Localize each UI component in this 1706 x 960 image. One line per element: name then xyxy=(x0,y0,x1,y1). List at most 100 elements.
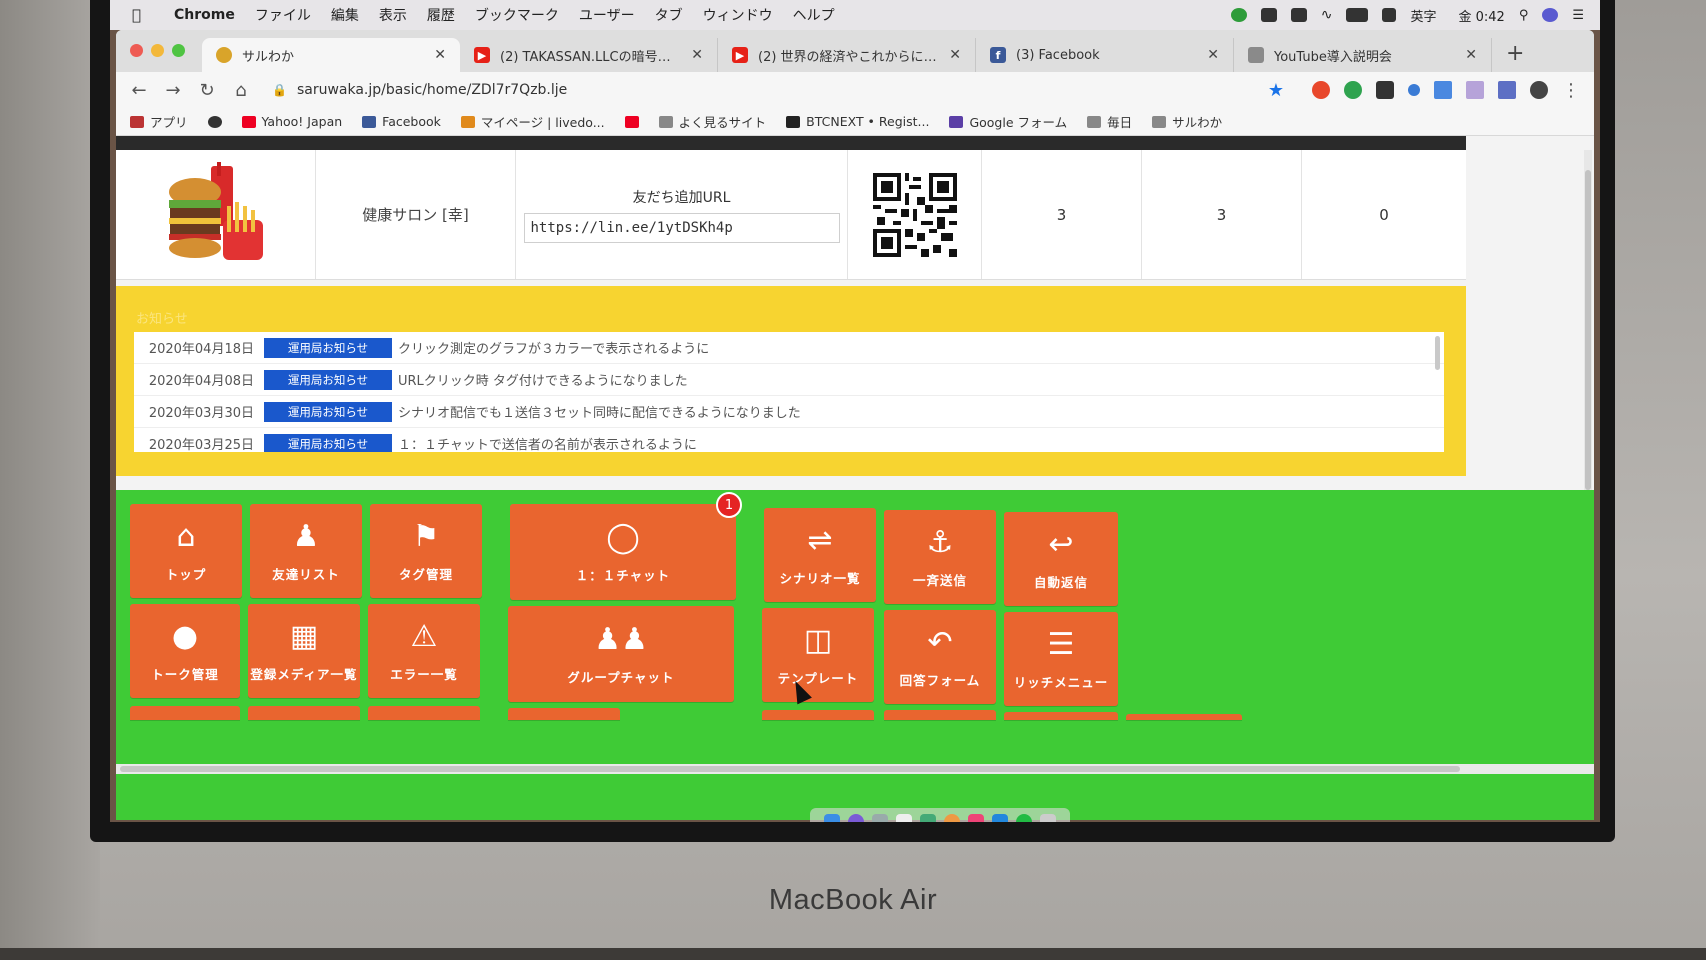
friend-url-field[interactable] xyxy=(523,212,840,243)
extension-icon[interactable] xyxy=(1498,81,1516,99)
menu-tile-rich-menu[interactable]: ☰ リッチメニュー xyxy=(1004,612,1118,706)
close-tab-icon[interactable]: ✕ xyxy=(691,47,703,63)
close-tab-icon[interactable]: ✕ xyxy=(434,47,446,63)
more-menu-icon[interactable]: ⋮ xyxy=(1562,80,1580,101)
notice-item[interactable]: 2020年03月30日 運用局お知らせ シナリオ配信でも１送信３セット同時に配信… xyxy=(134,396,1444,428)
menu-view[interactable]: 表示 xyxy=(379,5,407,25)
menu-tile-top[interactable]: ⌂ トップ xyxy=(130,504,242,598)
bookmark-yahoo-2[interactable] xyxy=(624,115,639,128)
menu-history[interactable]: 履歴 xyxy=(427,5,455,25)
battery-icon[interactable] xyxy=(1346,8,1369,22)
close-tab-icon[interactable]: ✕ xyxy=(949,47,961,63)
menu-tile-tags[interactable]: ⚑ タグ管理 xyxy=(370,504,482,598)
menu-file[interactable]: ファイル xyxy=(255,5,311,25)
preview-icon[interactable] xyxy=(920,814,936,822)
qr-code-image[interactable] xyxy=(872,172,957,257)
reload-icon[interactable]: ↻ xyxy=(198,80,216,101)
notice-scrollbar[interactable] xyxy=(1435,336,1440,370)
menu-tile-broadcast[interactable]: ⚓ 一斉送信 xyxy=(884,510,996,604)
menu-window[interactable]: ウィンドウ xyxy=(703,5,773,25)
close-tab-icon[interactable]: ✕ xyxy=(1465,47,1477,63)
page-horizontal-scrollbar[interactable] xyxy=(116,764,1594,774)
wifi-icon[interactable]: ∿ xyxy=(1321,7,1333,23)
menu-tile-partial[interactable] xyxy=(248,706,360,720)
zoom-icon[interactable] xyxy=(992,814,1008,822)
extension-icon[interactable] xyxy=(1408,84,1420,96)
line-status-icon[interactable] xyxy=(1230,8,1247,22)
new-tab-button[interactable]: + xyxy=(1506,41,1524,66)
spotlight-search-icon[interactable]: ⚲ xyxy=(1519,8,1529,23)
notification-center-icon[interactable]: ☰ xyxy=(1572,8,1584,23)
photo-icon[interactable] xyxy=(968,814,984,822)
menu-tab[interactable]: タブ xyxy=(655,5,683,25)
back-icon[interactable]: ← xyxy=(130,80,148,101)
launchpad-icon[interactable] xyxy=(872,814,888,822)
menu-app-name[interactable]: Chrome xyxy=(174,7,235,23)
address-bar[interactable]: 🔒 saruwaka.jp/basic/home/ZDl7r7Qzb.lje ★ xyxy=(266,76,1296,104)
menu-tile-scenario[interactable]: ⇌ シナリオ一覧 xyxy=(764,508,876,602)
menu-tile-media[interactable]: ▦ 登録メディア一覧 xyxy=(248,604,360,698)
bookmark-yahoo[interactable]: Yahoo! Japan xyxy=(241,114,342,129)
chrome-icon[interactable] xyxy=(944,814,960,822)
screen-record-icon[interactable] xyxy=(1260,8,1277,22)
trash-icon[interactable] xyxy=(1040,814,1056,822)
menu-tile-talk[interactable]: ● トーク管理 xyxy=(130,604,240,698)
extension-icon[interactable] xyxy=(1466,81,1484,99)
forward-icon[interactable]: → xyxy=(164,80,182,101)
minimize-window-button[interactable] xyxy=(151,44,164,57)
menu-tile-answer-form[interactable]: ↶ 回答フォーム xyxy=(884,610,996,704)
bookmark-globe[interactable] xyxy=(207,115,222,128)
notice-item[interactable]: 2020年04月08日 運用局お知らせ URLクリック時 タグ付けできるようにな… xyxy=(134,364,1444,396)
menu-tile-template[interactable]: ◫ テンプレート xyxy=(762,608,874,702)
bookmark-folder-frequent[interactable]: よく見るサイト xyxy=(658,112,766,131)
finder-icon[interactable] xyxy=(824,814,840,822)
profile-avatar-icon[interactable] xyxy=(1530,81,1548,99)
tab-facebook[interactable]: f (3) Facebook ✕ xyxy=(976,38,1234,72)
input-mode-label[interactable]: 英字 xyxy=(1410,6,1436,25)
menu-tile-partial[interactable] xyxy=(130,706,240,720)
menu-tile-partial[interactable] xyxy=(368,706,480,720)
bookmark-btcnext[interactable]: BTCNEXT • Regist... xyxy=(786,114,929,129)
menu-user[interactable]: ユーザー xyxy=(579,5,635,25)
bookmark-google-forms[interactable]: Google フォーム xyxy=(949,112,1067,131)
address-url[interactable]: saruwaka.jp/basic/home/ZDl7r7Qzb.lje xyxy=(297,82,567,98)
bookmark-livedoor[interactable]: マイページ | livedo... xyxy=(460,112,605,131)
menu-tile-partial[interactable] xyxy=(1004,712,1118,720)
menu-tile-group-chat[interactable]: ♟♟ グループチャット xyxy=(508,606,734,702)
page-vertical-scrollbar[interactable] xyxy=(1584,150,1592,490)
menu-help[interactable]: ヘルプ xyxy=(793,5,835,25)
tab-youtube-1[interactable]: ▶ (2) TAKASSAN.LLCの暗号資産 ✕ xyxy=(460,38,718,72)
home-icon[interactable]: ⌂ xyxy=(232,80,250,101)
zoom-window-button[interactable] xyxy=(172,44,185,57)
menu-tile-errors[interactable]: ⚠ エラー一覧 xyxy=(368,604,480,698)
bookmark-star-icon[interactable]: ★ xyxy=(1268,80,1284,101)
input-source-icon[interactable] xyxy=(1382,8,1397,22)
apple-icon[interactable]:  xyxy=(132,6,154,24)
menu-tile-chat[interactable]: ◯ １：１チャット 1 xyxy=(510,492,742,600)
menubar-clock[interactable]: 金 0:42 xyxy=(1458,6,1504,25)
siri-icon[interactable] xyxy=(1542,8,1559,22)
line-icon[interactable] xyxy=(1016,814,1032,822)
upload-icon[interactable] xyxy=(1290,8,1307,22)
menu-edit[interactable]: 編集 xyxy=(331,5,359,25)
tab-saruwaka[interactable]: サルわか ✕ xyxy=(202,38,460,72)
notice-item[interactable]: 2020年03月25日 運用局お知らせ １：１チャットで送信者の名前が表示される… xyxy=(134,428,1444,452)
notice-text[interactable]: １：１チャットで送信者の名前が表示されるように xyxy=(398,434,697,452)
notice-item[interactable]: 2020年04月18日 運用局お知らせ クリック測定のグラフが３カラーで表示され… xyxy=(134,332,1444,364)
menu-tile-partial[interactable] xyxy=(762,710,874,720)
lock-icon[interactable]: 🔒 xyxy=(272,83,287,97)
menu-bookmarks[interactable]: ブックマーク xyxy=(475,5,559,25)
notice-text[interactable]: シナリオ配信でも１送信３セット同時に配信できるようになりました xyxy=(398,402,801,421)
close-tab-icon[interactable]: ✕ xyxy=(1207,47,1219,63)
bookmark-facebook[interactable]: Facebook xyxy=(362,114,441,129)
menu-tile-partial[interactable] xyxy=(884,710,996,720)
notice-text[interactable]: クリック測定のグラフが３カラーで表示されるように xyxy=(398,338,709,357)
menu-tile-auto-reply[interactable]: ↩ 自動返信 xyxy=(1004,512,1118,606)
notes-icon[interactable] xyxy=(896,814,912,822)
menu-tile-partial[interactable] xyxy=(508,708,620,720)
bookmark-folder-saruwaka[interactable]: サルわか xyxy=(1152,112,1222,131)
bookmark-apps[interactable]: アプリ xyxy=(130,112,188,131)
menu-tile-partial[interactable] xyxy=(1126,714,1242,720)
extension-icon[interactable] xyxy=(1312,81,1330,99)
notice-text[interactable]: URLクリック時 タグ付けできるようになりました xyxy=(398,370,688,389)
